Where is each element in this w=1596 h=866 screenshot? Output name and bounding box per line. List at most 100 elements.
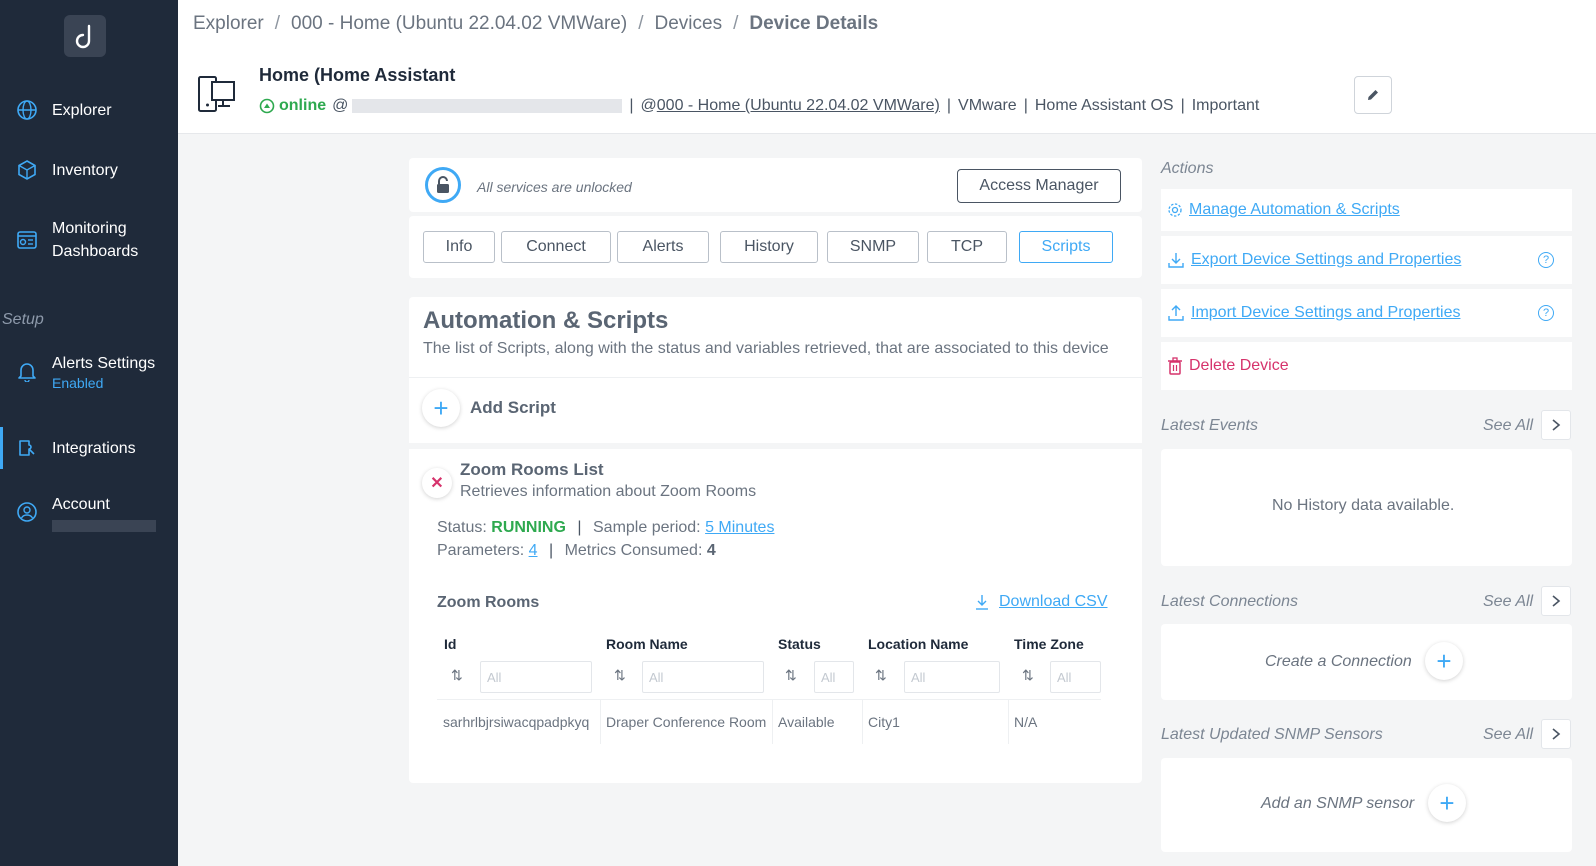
download-icon <box>1167 251 1185 269</box>
zoom-rooms-table-title: Zoom Rooms <box>437 594 540 611</box>
column-header-status[interactable]: Status <box>778 636 821 652</box>
services-lock-bar: All services are unlocked Access Manager <box>409 158 1142 212</box>
tab-snmp[interactable]: SNMP <box>827 231 919 263</box>
edit-device-button[interactable] <box>1354 76 1392 114</box>
column-header-time-zone[interactable]: Time Zone <box>1014 636 1084 652</box>
download-icon <box>976 595 988 610</box>
latest-events-next-button[interactable] <box>1541 410 1571 440</box>
add-script-label[interactable]: Add Script <box>470 398 556 418</box>
section-description: The list of Scripts, along with the stat… <box>423 340 1109 357</box>
import-settings-action[interactable]: Import Device Settings and Properties ? <box>1161 289 1572 337</box>
tab-alerts[interactable]: Alerts <box>617 231 709 263</box>
latest-connections-next-button[interactable] <box>1541 586 1571 616</box>
filter-id-input[interactable] <box>480 661 592 693</box>
close-icon: ✕ <box>430 475 444 492</box>
latest-events-card: No History data available. <box>1161 449 1572 566</box>
sort-icon[interactable]: ⇅ <box>785 667 797 684</box>
latest-events-see-all[interactable]: See All <box>1483 417 1533 435</box>
chevron-right-icon <box>1552 419 1561 431</box>
network-link[interactable]: 000 - Home (Ubuntu 22.04.02 VMWare) <box>657 97 940 115</box>
latest-snmp-card: Add an SNMP sensor + <box>1161 758 1572 852</box>
trash-icon <box>1167 357 1183 375</box>
tab-tcp[interactable]: TCP <box>927 231 1007 263</box>
sort-icon[interactable]: ⇅ <box>875 667 887 684</box>
sidebar-item-alerts-settings[interactable]: Alerts Settings Enabled <box>0 349 178 393</box>
latest-connections-see-all[interactable]: See All <box>1483 593 1533 611</box>
account-name-redacted <box>52 519 156 532</box>
column-header-room-name[interactable]: Room Name <box>606 636 688 652</box>
parameters-link[interactable]: 4 <box>529 542 538 559</box>
setup-section-label: Setup <box>2 311 44 328</box>
add-snmp-sensor-label[interactable]: Add an SNMP sensor <box>1261 795 1414 813</box>
export-settings-action[interactable]: Export Device Settings and Properties ? <box>1161 236 1572 284</box>
automation-scripts-panel: Automation & Scripts The list of Scripts… <box>409 297 1142 783</box>
breadcrumb-devices[interactable]: Devices <box>655 13 723 34</box>
sort-icon[interactable]: ⇅ <box>451 667 463 684</box>
device-vendor: VMware <box>958 97 1017 114</box>
help-icon[interactable]: ? <box>1538 252 1554 268</box>
app-logo[interactable] <box>64 15 106 57</box>
breadcrumb: Explorer/000 - Home (Ubuntu 22.04.02 VMW… <box>193 13 879 34</box>
sort-icon[interactable]: ⇅ <box>614 667 626 684</box>
filter-status-input[interactable] <box>814 661 854 693</box>
online-status: online <box>259 97 326 115</box>
tab-history[interactable]: History <box>720 231 818 263</box>
create-connection-button[interactable]: + <box>1425 642 1463 680</box>
breadcrumb-explorer[interactable]: Explorer <box>193 13 264 34</box>
dashboard-icon <box>14 227 40 253</box>
section-title: Automation & Scripts <box>423 307 669 334</box>
device-meta: online @ | @000 - Home (Ubuntu 22.04.02 … <box>259 97 1259 115</box>
sort-icon[interactable]: ⇅ <box>1022 667 1034 684</box>
alerts-enabled-status: Enabled <box>52 374 104 391</box>
delete-device-action[interactable]: Delete Device <box>1161 342 1572 390</box>
table-row[interactable]: sarhrlbjrsiwacqpadpkyq Draper Conference… <box>437 699 1101 744</box>
filter-time-zone-input[interactable] <box>1050 661 1101 693</box>
gear-icon <box>1167 202 1183 218</box>
latest-snmp-next-button[interactable] <box>1541 719 1571 749</box>
help-icon[interactable]: ? <box>1538 305 1554 321</box>
cell-time-zone: N/A <box>1014 714 1038 730</box>
filter-room-name-input[interactable] <box>642 661 764 693</box>
tab-connect[interactable]: Connect <box>501 231 611 263</box>
bell-icon <box>14 358 40 384</box>
tab-scripts[interactable]: Scripts <box>1019 231 1113 263</box>
sidebar-item-account[interactable]: Account <box>0 489 178 535</box>
sample-period-link[interactable]: 5 Minutes <box>705 519 774 536</box>
latest-snmp-see-all[interactable]: See All <box>1483 726 1533 744</box>
sidebar-item-inventory[interactable]: Inventory <box>0 155 178 185</box>
manage-automation-action[interactable]: Manage Automation & Scripts <box>1161 189 1572 231</box>
download-csv-link[interactable]: Download CSV <box>975 593 1108 611</box>
remove-script-button[interactable]: ✕ <box>422 468 452 498</box>
integrations-icon <box>14 435 40 461</box>
cube-icon <box>14 157 40 183</box>
latest-snmp-label: Latest Updated SNMP Sensors <box>1161 726 1383 743</box>
sidebar: Explorer Inventory Monitoring Dashboards… <box>0 0 178 866</box>
breadcrumb-current: Device Details <box>749 13 879 34</box>
sidebar-item-explorer[interactable]: Explorer <box>0 95 178 125</box>
cell-id: sarhrlbjrsiwacqpadpkyq <box>443 714 590 730</box>
access-manager-button[interactable]: Access Manager <box>957 169 1121 203</box>
create-connection-label[interactable]: Create a Connection <box>1265 653 1412 671</box>
latest-events-label: Latest Events <box>1161 417 1258 434</box>
plus-icon: + <box>433 393 449 423</box>
column-header-id[interactable]: Id <box>444 636 456 652</box>
add-snmp-sensor-button[interactable]: + <box>1428 784 1466 822</box>
no-history-message: No History data available. <box>1272 497 1455 514</box>
add-script-button[interactable]: + <box>422 389 460 427</box>
upload-icon <box>1167 304 1185 322</box>
filter-location-input[interactable] <box>904 661 1000 693</box>
sidebar-item-label: Dashboards <box>52 243 139 260</box>
column-header-location-name[interactable]: Location Name <box>868 636 968 652</box>
sidebar-item-integrations[interactable]: Integrations <box>0 427 178 469</box>
breadcrumb-network[interactable]: 000 - Home (Ubuntu 22.04.02 VMWare) <box>291 13 627 34</box>
sidebar-item-monitoring-dashboards[interactable]: Monitoring Dashboards <box>0 215 178 265</box>
metrics-consumed-value: 4 <box>706 542 716 559</box>
globe-icon <box>14 97 40 123</box>
plus-icon: + <box>1439 788 1455 818</box>
latest-connections-card: Create a Connection + <box>1161 624 1572 700</box>
chevron-right-icon <box>1552 728 1561 740</box>
device-tag: Important <box>1191 97 1260 114</box>
tab-info[interactable]: Info <box>423 231 495 263</box>
device-type-icon <box>198 76 236 119</box>
device-os: Home Assistant OS <box>1034 97 1174 114</box>
